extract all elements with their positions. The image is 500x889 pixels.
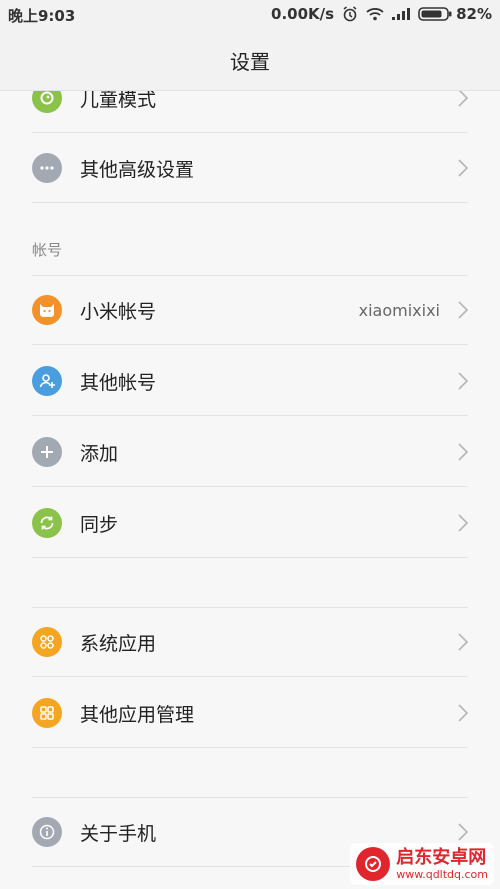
divider	[32, 415, 468, 416]
status-bar: 晚上9:03 0.00K/s 82%	[0, 0, 500, 28]
chevron-right-icon	[458, 372, 468, 390]
chevron-right-icon	[458, 159, 468, 177]
chevron-right-icon	[458, 91, 468, 107]
title-bar: 设置	[0, 28, 500, 91]
settings-list[interactable]: 儿童模式 其他高级设置 帐号 小米帐号 xiaomixixi 其他帐号 添加 同…	[0, 91, 500, 889]
settings-item-label: 关于手机	[80, 822, 157, 845]
watermark-title: 启东安卓网	[396, 846, 487, 868]
signal-icon	[392, 8, 411, 20]
page-title: 设置	[230, 50, 270, 74]
watermark-logo-icon	[356, 847, 391, 881]
divider	[32, 275, 468, 276]
settings-item-advanced[interactable]: 其他高级设置	[32, 133, 468, 203]
system-apps-icon	[32, 627, 62, 657]
chevron-right-icon	[458, 704, 468, 722]
status-time: 晚上9:03	[8, 7, 76, 25]
settings-item-label: 小米帐号	[80, 300, 157, 323]
watermark-url: www.qdltdq.com	[396, 867, 488, 881]
divider	[32, 607, 468, 608]
divider	[32, 557, 468, 558]
battery-indicator: 82%	[418, 5, 492, 23]
mi-account-icon	[32, 295, 62, 325]
divider	[32, 797, 468, 798]
battery-icon	[418, 7, 452, 21]
settings-item-label: 其他高级设置	[80, 158, 195, 181]
chevron-right-icon	[458, 633, 468, 651]
settings-item-label: 儿童模式	[80, 91, 157, 111]
settings-item-label: 系统应用	[80, 632, 157, 655]
chevron-right-icon	[458, 443, 468, 461]
settings-item-system-apps[interactable]: 系统应用	[32, 607, 468, 677]
settings-item-label: 其他应用管理	[80, 703, 195, 726]
settings-item-app-management[interactable]: 其他应用管理	[32, 678, 468, 748]
divider	[32, 486, 468, 487]
battery-percent: 82%	[456, 5, 492, 23]
divider	[32, 202, 468, 203]
more-dots-icon	[32, 153, 62, 183]
divider	[32, 747, 468, 748]
settings-item-label: 其他帐号	[80, 371, 157, 394]
plus-icon	[32, 437, 62, 467]
settings-item-label: 添加	[80, 442, 119, 465]
sync-icon	[32, 508, 62, 538]
mi-account-username: xiaomixixi	[358, 300, 440, 320]
status-right-group: 0.00K/s 82%	[271, 5, 492, 23]
chevron-right-icon	[458, 514, 468, 532]
wifi-icon	[366, 7, 384, 21]
app-manage-icon	[32, 698, 62, 728]
settings-item-mi-account[interactable]: 小米帐号 xiaomixixi	[32, 275, 468, 345]
settings-item-add-account[interactable]: 添加	[32, 417, 468, 487]
chevron-right-icon	[458, 301, 468, 319]
alarm-icon	[342, 6, 358, 22]
settings-item-kid-mode[interactable]: 儿童模式	[32, 91, 468, 133]
settings-item-other-accounts[interactable]: 其他帐号	[32, 346, 468, 416]
chevron-right-icon	[458, 823, 468, 841]
kid-mode-icon	[32, 91, 62, 113]
info-icon	[32, 817, 62, 847]
settings-item-label: 同步	[80, 513, 119, 536]
net-speed: 0.00K/s	[271, 5, 335, 23]
add-person-icon	[32, 366, 62, 396]
section-header-account: 帐号	[32, 241, 63, 259]
divider	[32, 344, 468, 345]
settings-item-sync[interactable]: 同步	[32, 488, 468, 558]
divider	[32, 676, 468, 677]
watermark: 启东安卓网 www.qdltdq.com	[350, 843, 494, 885]
